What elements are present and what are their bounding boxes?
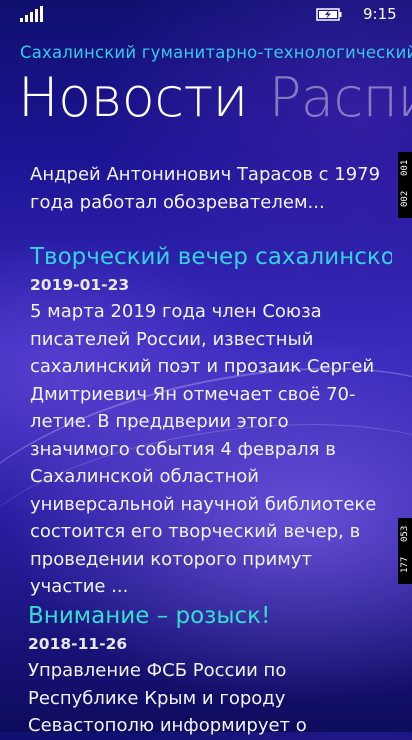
news-item[interactable]: Андрей Антонинович Тарасов с 1979 года р… <box>30 161 396 216</box>
news-item[interactable]: Творческий вечер сахалинского 2019-01-23… <box>30 244 392 601</box>
scroll-marker: 001 002 <box>398 152 412 218</box>
news-text: Управление ФСБ России по Республике Крым… <box>28 660 307 736</box>
signal-strength-icon <box>20 6 46 22</box>
battery-charging-icon <box>316 8 342 21</box>
tab-news[interactable]: Новости <box>18 66 248 129</box>
news-date: 2018-11-26 <box>28 635 128 653</box>
scroll-marker-bottom: 177 <box>400 556 410 573</box>
scroll-marker-top: 053 <box>400 525 410 542</box>
scroll-marker-bottom: 002 <box>400 190 410 207</box>
news-date: 2019-01-23 <box>30 276 130 294</box>
news-item[interactable]: Внимание – розыск! 2018-11-26 Управление… <box>28 603 394 740</box>
pivot-header: Новости Расписание <box>18 66 412 129</box>
clock: 9:15 <box>363 5 397 23</box>
news-title: Внимание – розыск! <box>28 603 271 629</box>
status-bar: 9:15 <box>0 0 412 30</box>
tab-schedule[interactable]: Расписание <box>269 66 412 129</box>
news-text: Андрей Антонинович Тарасов с 1979 года р… <box>30 164 381 213</box>
scroll-marker-top: 001 <box>400 159 410 176</box>
news-text: 5 марта 2019 года член Союза писателей Р… <box>30 301 377 597</box>
app-title: Сахалинский гуманитарно-технологический <box>20 43 412 62</box>
news-title: Творческий вечер сахалинского <box>30 244 392 270</box>
scroll-marker: 053 177 <box>398 518 412 584</box>
